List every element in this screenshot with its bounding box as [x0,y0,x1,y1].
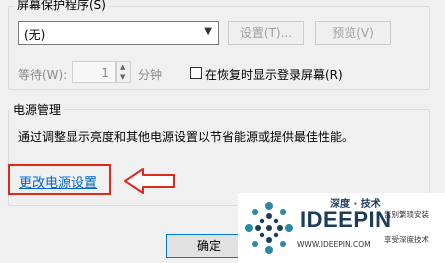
wait-minutes-value: 1 [101,66,109,80]
chevron-down-icon: ▼ [204,26,212,37]
screensaver-group-title: 屏幕保护程序(S) [14,0,109,12]
screensaver-select[interactable]: (无) ▼ [18,21,219,45]
power-description: 通过调整显示亮度和其他电源设置以节省能源或提供最佳性能。 [18,130,355,144]
watermark-brand: IDEEPIN [300,207,392,232]
resume-login-checkbox[interactable] [190,67,202,79]
arrow-left-icon [124,168,175,194]
spin-up-icon: ▲ [120,63,126,71]
minutes-label: 分钟 [138,68,163,82]
wait-spinner[interactable]: ▲ ▼ [116,61,131,83]
ideepin-logo-icon [245,202,293,254]
spin-down-icon: ▼ [120,73,126,81]
change-power-settings-link[interactable]: 更改电源设置 [19,172,97,191]
resume-login-label[interactable]: 在恢复时显示登录屏幕(R) [205,66,343,83]
screensaver-preview-button[interactable]: 预览(V) [315,21,391,45]
watermark-tagline-2: 享受深度技术 [384,235,429,244]
screensaver-settings-button[interactable]: 设置(T)... [228,21,304,45]
wait-minutes-input[interactable]: 1 [72,61,116,83]
wait-label: 等待(W): [18,68,68,82]
watermark-domain: WWW.IDEEPIN.COM [297,240,371,249]
power-group-title: 电源管理 [10,103,65,117]
watermark-tagline-1: 告别繁琐安装 [384,210,429,219]
screensaver-select-value: (无) [24,28,46,42]
